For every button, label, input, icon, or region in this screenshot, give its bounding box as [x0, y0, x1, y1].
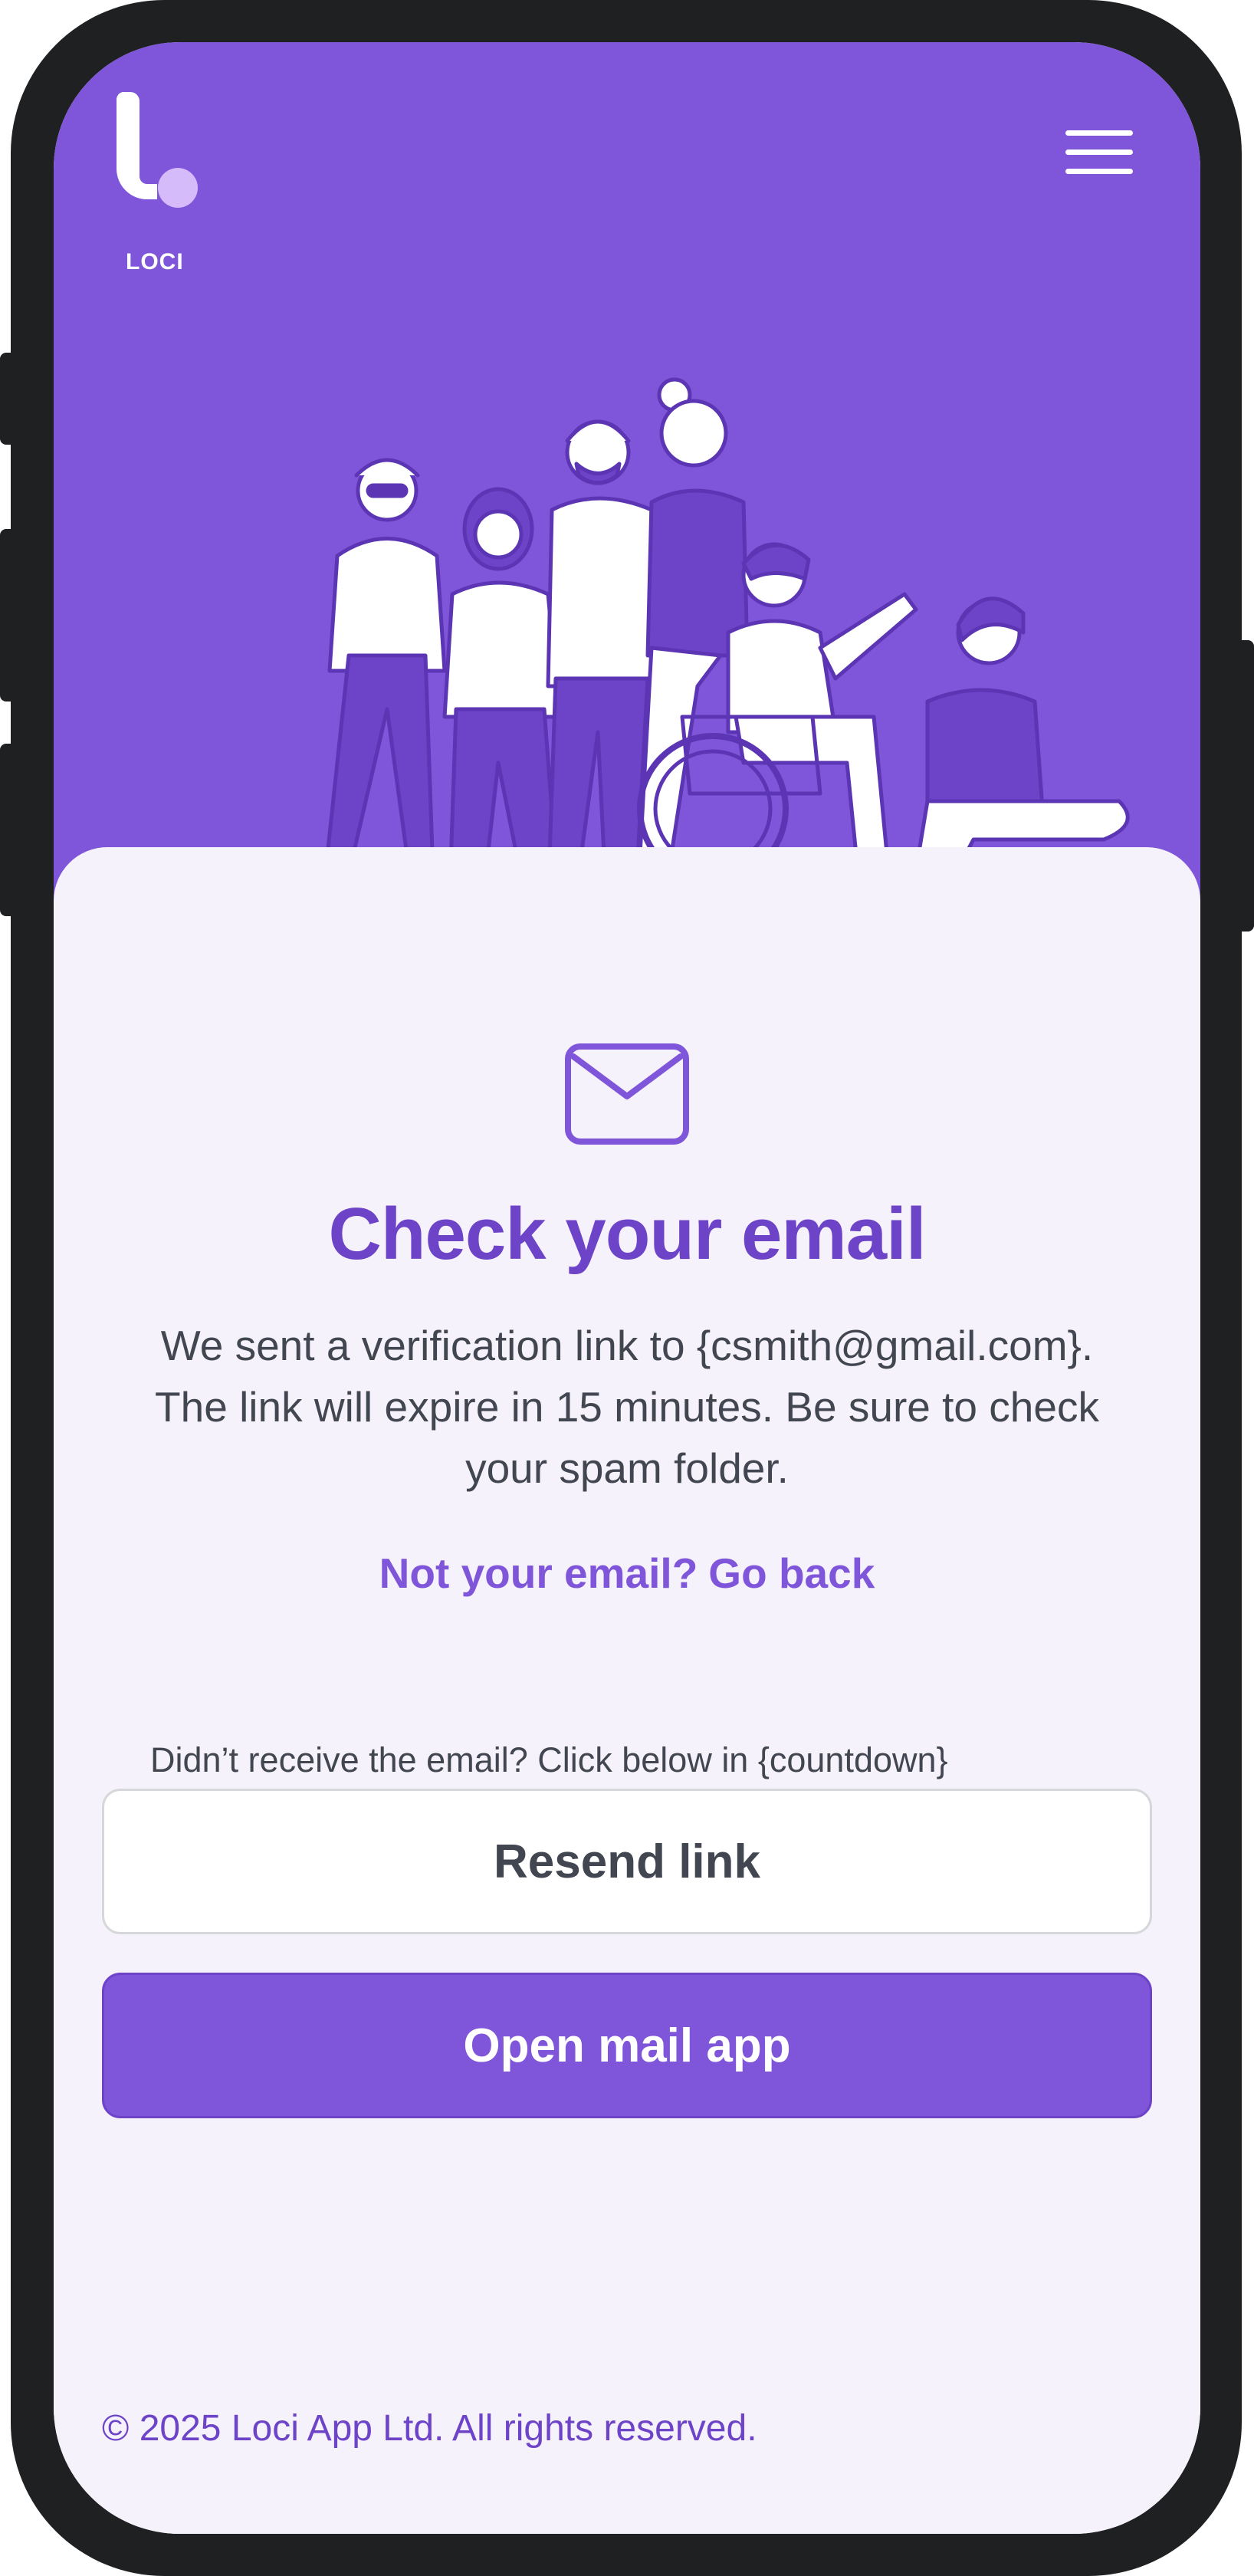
not-your-email-line: Not your email? Go back [54, 1549, 1200, 1598]
page-title: Check your email [328, 1193, 927, 1275]
logo-text: LOCI [126, 249, 184, 274]
phone-screen: LOCI Check your email We sent a verifica… [54, 42, 1200, 2534]
loci-logo[interactable]: LOCI [115, 92, 207, 274]
hero-header: LOCI [54, 42, 1200, 957]
go-back-link[interactable]: Go back [708, 1549, 875, 1597]
resend-link-button[interactable]: Resend link [102, 1789, 1152, 1934]
verification-description: We sent a verification link to {csmith@g… [155, 1322, 1099, 1492]
loci-logo-icon [116, 92, 198, 208]
not-your-email-text: Not your email? [379, 1549, 698, 1597]
mail-icon [565, 1043, 689, 1145]
copyright-footer: © 2025 Loci App Ltd. All rights reserved… [102, 2408, 757, 2449]
hamburger-menu-icon[interactable] [1065, 130, 1133, 184]
open-mail-app-button[interactable]: Open mail app [102, 1973, 1152, 2118]
resend-countdown-hint: Didn’t receive the email? Click below in… [150, 1740, 948, 1779]
